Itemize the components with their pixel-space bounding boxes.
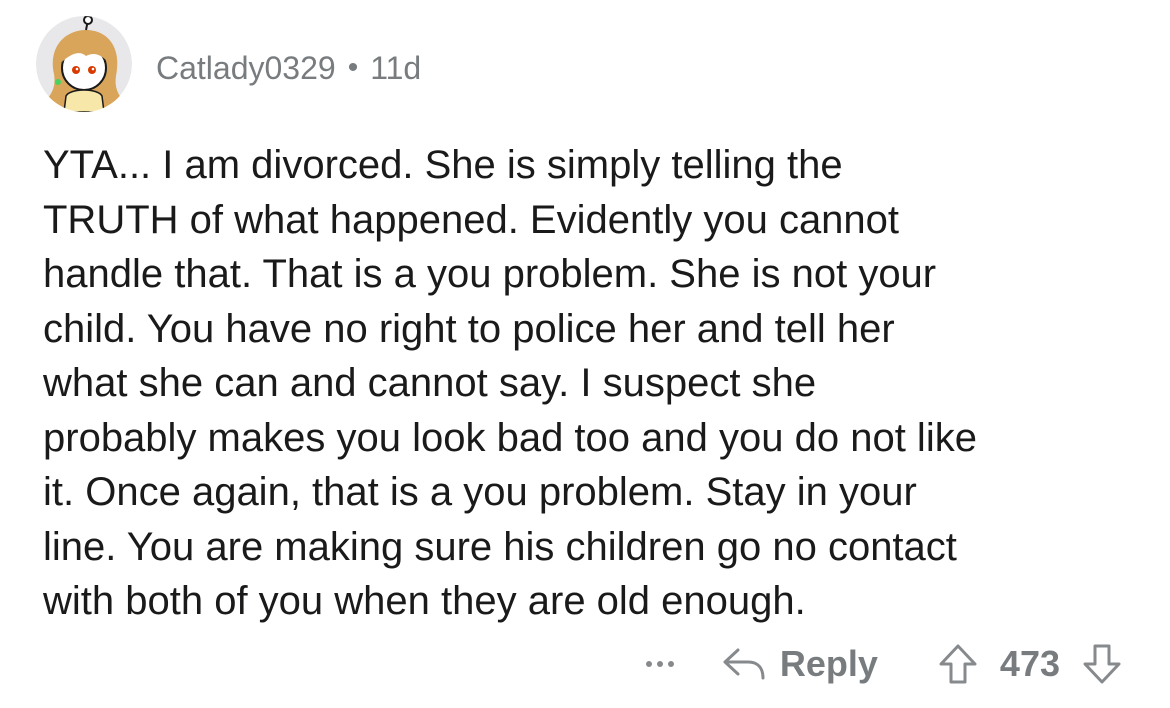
comment-header: Catlady0329 • 11d	[36, 14, 421, 114]
comment-line: what she can and cannot say. I suspect s…	[43, 361, 817, 405]
upvote-arrow-icon[interactable]	[938, 643, 978, 685]
comment-line: with both of you when they are old enoug…	[43, 579, 806, 623]
ellipsis-icon	[656, 661, 663, 667]
ellipsis-icon	[645, 661, 652, 667]
reply-button[interactable]: Reply	[722, 643, 878, 685]
comment-meta: Catlady0329 • 11d	[156, 50, 421, 87]
user-avatar[interactable]	[36, 16, 132, 112]
meta-separator: •	[347, 51, 359, 84]
comment-line: TRUTH of what happened. Evidently you ca…	[43, 197, 900, 242]
reply-label: Reply	[779, 643, 878, 684]
downvote-arrow-icon[interactable]	[1082, 643, 1122, 685]
avatar-illustration-icon	[36, 16, 132, 112]
comment-line: probably makes you look bad too and you …	[43, 415, 977, 460]
comment-line: line. You are making sure his children g…	[43, 524, 957, 569]
comment-actions: Reply 473	[645, 632, 1122, 696]
reply-arrow-icon	[723, 648, 765, 680]
comment-line: YTA... I am divorced. She is simply tell…	[43, 143, 843, 187]
comment-body: YTA... I am divorced. She is simply tell…	[43, 138, 1143, 629]
ellipsis-icon	[667, 661, 674, 667]
vote-controls: 473	[938, 643, 1122, 685]
comment-line: it. Once again, that is a you problem. S…	[43, 470, 917, 514]
comment-line: child. You have no right to police her a…	[43, 306, 895, 351]
username-link[interactable]: Catlady0329	[156, 50, 336, 87]
comment-line: handle that. That is a you problem. She …	[43, 252, 937, 296]
comment-age: 11d	[370, 49, 422, 86]
vote-score: 473	[999, 643, 1060, 684]
more-options-button[interactable]	[645, 661, 674, 667]
